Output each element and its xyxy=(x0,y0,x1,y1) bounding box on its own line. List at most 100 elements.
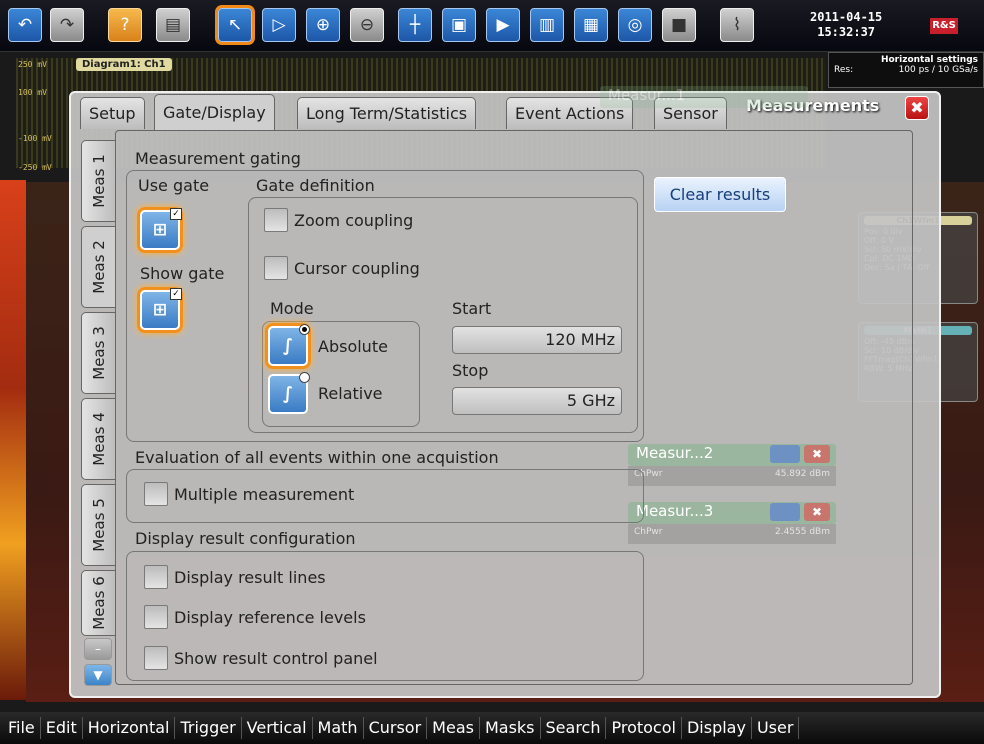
meas-6-label: Meas 6 xyxy=(89,576,108,630)
section-measurement-gating: Measurement gating xyxy=(135,149,301,168)
meas-3-label: Meas 3 xyxy=(89,326,108,380)
minimize-icon xyxy=(770,445,800,463)
y-label-4: -250 mV xyxy=(18,163,52,172)
ghost-3-value: 2.4555 dBm xyxy=(774,527,830,537)
zoom-icon[interactable]: ⊕ xyxy=(306,8,340,42)
radio-unselected-icon xyxy=(299,372,310,383)
checkbox-icon xyxy=(264,256,288,280)
show-result-control-panel-label: Show result control panel xyxy=(174,648,378,668)
radio-selected-icon xyxy=(299,324,310,335)
zoom-coupling-checkbox[interactable]: Zoom coupling xyxy=(264,208,413,232)
horizontal-settings-title: Horizontal settings xyxy=(880,55,978,65)
start-label: Start xyxy=(452,299,492,318)
menu-masks[interactable]: Masks xyxy=(480,717,541,739)
meas-4-label: Meas 4 xyxy=(89,412,108,466)
use-gate-label: Use gate xyxy=(138,176,210,195)
meas-1-label: Meas 1 xyxy=(89,154,108,208)
cursor-coupling-label: Cursor coupling xyxy=(294,258,420,278)
multiple-measurement-label: Multiple measurement xyxy=(174,484,355,504)
stop-input[interactable]: 5 GHz xyxy=(452,387,622,415)
redo-icon[interactable]: ↷ xyxy=(50,8,84,42)
y-label-1: 250 mV xyxy=(18,60,47,69)
section-display-config: Display result configuration xyxy=(135,529,356,548)
measure-icon[interactable]: ▣ xyxy=(442,8,476,42)
cursor-coupling-checkbox[interactable]: Cursor coupling xyxy=(264,256,420,280)
menu-horizontal[interactable]: Horizontal xyxy=(83,717,176,739)
datetime: 2011-04-15 15:32:37 xyxy=(810,10,882,40)
scroll-down-icon[interactable]: ▼ xyxy=(84,664,112,686)
menu-meas[interactable]: Meas xyxy=(427,717,480,739)
tab-meas-1[interactable]: Meas 1 xyxy=(81,140,115,222)
res-value: 100 ps / 10 GSa/s xyxy=(898,65,978,75)
mode-absolute-radio[interactable]: ∫ xyxy=(268,324,310,366)
clear-results-button[interactable]: Clear results xyxy=(654,177,786,212)
menu-trigger[interactable]: Trigger xyxy=(175,717,242,739)
use-gate-toggle[interactable]: ⊞ ✓ xyxy=(140,208,182,250)
cursor-icon[interactable]: ┼ xyxy=(398,8,432,42)
fft-icon[interactable]: ▦ xyxy=(574,8,608,42)
menu-user[interactable]: User xyxy=(752,717,800,739)
y-label-3: -100 mV xyxy=(18,134,52,143)
ghost-measurement-2: Measur...2 ✖ xyxy=(628,444,836,466)
menu-bar: File Edit Horizontal Trigger Vertical Ma… xyxy=(0,712,984,744)
close-icon: ✖ xyxy=(804,503,830,521)
menu-file[interactable]: File xyxy=(0,717,41,739)
menu-search[interactable]: Search xyxy=(541,717,607,739)
checkbox-icon xyxy=(144,605,168,629)
display-reference-levels-checkbox[interactable]: Display reference levels xyxy=(144,605,366,629)
time-text: 15:32:37 xyxy=(817,25,876,39)
horizontal-settings-panel[interactable]: Horizontal settings Res: 100 ps / 10 GSa… xyxy=(828,52,984,88)
menu-protocol[interactable]: Protocol xyxy=(606,717,682,739)
ghost-3-name: ChPwr xyxy=(634,527,663,537)
ghost-2-label: Measur...2 xyxy=(636,444,714,462)
tab-meas-3[interactable]: Meas 3 xyxy=(81,312,115,394)
menu-math[interactable]: Math xyxy=(313,717,364,739)
mask-icon[interactable]: ▥ xyxy=(530,8,564,42)
menu-cursor[interactable]: Cursor xyxy=(364,717,428,739)
gate-definition-label: Gate definition xyxy=(256,176,375,195)
tab-long-term-statistics[interactable]: Long Term/Statistics xyxy=(297,97,477,129)
help-icon[interactable]: ? xyxy=(108,8,142,42)
ghost-measurement-3: Measur...3 ✖ xyxy=(628,502,836,524)
date-text: 2011-04-15 xyxy=(810,10,883,24)
absolute-label: Absolute xyxy=(318,337,388,356)
display-result-lines-checkbox[interactable]: Display result lines xyxy=(144,565,326,589)
mode-relative-radio[interactable]: ∫ xyxy=(268,372,310,414)
mode-label: Mode xyxy=(270,299,314,318)
meas-5-label: Meas 5 xyxy=(89,498,108,552)
diagram-label[interactable]: Diagram1: Ch1 xyxy=(76,58,172,71)
close-icon[interactable]: ✖ xyxy=(905,96,929,120)
zoom-coupling-label: Zoom coupling xyxy=(294,210,414,230)
tab-meas-2[interactable]: Meas 2 xyxy=(81,226,115,308)
pointer-icon[interactable]: ↖ xyxy=(218,8,252,42)
tab-meas-4[interactable]: Meas 4 xyxy=(81,398,115,480)
menu-vertical[interactable]: Vertical xyxy=(242,717,313,739)
tab-gate-display[interactable]: Gate/Display xyxy=(154,94,275,130)
tab-setup[interactable]: Setup xyxy=(80,97,145,129)
toolbar: ↶ ↷ ? ▤ ↖ ▷ ⊕ ⊖ ┼ ▣ ▶ ▥ ▦ ◎ ■ ⌇ 2011-04-… xyxy=(0,0,984,52)
checkbox-icon xyxy=(144,646,168,670)
ghost-1-label: Measur...1 xyxy=(608,86,686,104)
res-label: Res: xyxy=(834,65,854,75)
zoom-out-icon[interactable]: ⊖ xyxy=(350,8,384,42)
multiple-measurement-checkbox[interactable]: Multiple measurement xyxy=(144,482,354,506)
toolbar-menu-icon[interactable]: ▤ xyxy=(156,8,190,42)
histogram-icon[interactable]: ◎ xyxy=(618,8,652,42)
search-icon[interactable]: ▶ xyxy=(486,8,520,42)
tab-meas-6[interactable]: Meas 6 xyxy=(81,570,115,636)
tab-meas-5[interactable]: Meas 5 xyxy=(81,484,115,566)
display-reference-levels-label: Display reference levels xyxy=(174,607,366,627)
scroll-up-icon[interactable]: – xyxy=(84,638,112,660)
menu-edit[interactable]: Edit xyxy=(41,717,83,739)
show-result-control-panel-checkbox[interactable]: Show result control panel xyxy=(144,646,378,670)
checkbox-icon xyxy=(144,482,168,506)
start-input[interactable]: 120 MHz xyxy=(452,326,622,354)
draw-zoom-icon[interactable]: ▷ xyxy=(262,8,296,42)
ghost-measurement-1: Measur...1 xyxy=(600,86,808,108)
show-gate-toggle[interactable]: ⊞ ✓ xyxy=(140,288,182,330)
undo-icon[interactable]: ↶ xyxy=(8,8,42,42)
delete-icon[interactable]: ■ xyxy=(662,8,696,42)
signal-icon[interactable]: ⌇ xyxy=(720,8,754,42)
minimize-icon xyxy=(770,503,800,521)
menu-display[interactable]: Display xyxy=(682,717,752,739)
